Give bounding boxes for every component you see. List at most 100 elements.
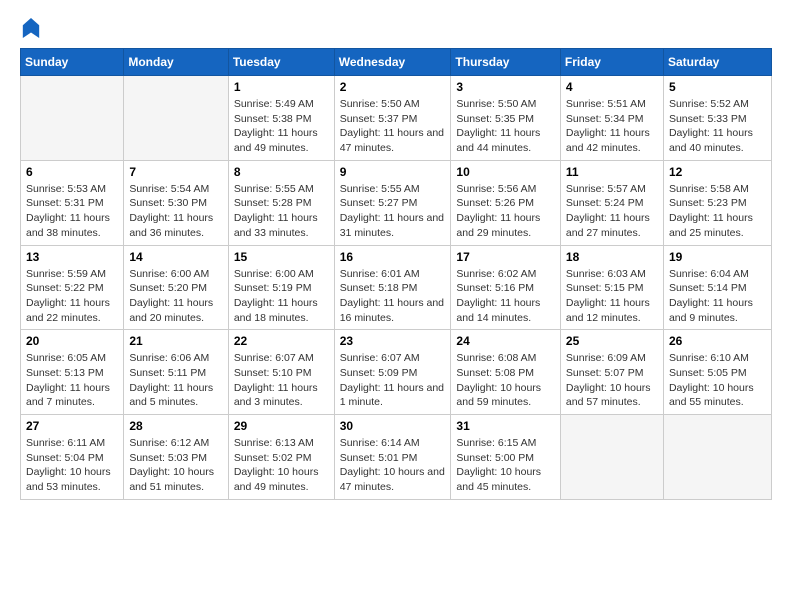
sunrise-text: Sunrise: 6:05 AM: [26, 352, 106, 364]
sunrise-text: Sunrise: 6:13 AM: [234, 437, 314, 449]
sunrise-text: Sunrise: 5:59 AM: [26, 268, 106, 280]
daylight-text: Daylight: 10 hours and 55 minutes.: [669, 382, 754, 409]
calendar-cell: 14 Sunrise: 6:00 AM Sunset: 5:20 PM Dayl…: [124, 245, 228, 330]
day-info: Sunrise: 6:07 AM Sunset: 5:09 PM Dayligh…: [340, 351, 446, 410]
day-number: 14: [129, 250, 222, 264]
daylight-text: Daylight: 11 hours and 9 minutes.: [669, 297, 753, 324]
day-info: Sunrise: 6:10 AM Sunset: 5:05 PM Dayligh…: [669, 351, 766, 410]
sunset-text: Sunset: 5:19 PM: [234, 282, 312, 294]
header-saturday: Saturday: [663, 49, 771, 76]
calendar-cell: 3 Sunrise: 5:50 AM Sunset: 5:35 PM Dayli…: [451, 76, 561, 161]
daylight-text: Daylight: 11 hours and 33 minutes.: [234, 212, 318, 239]
day-info: Sunrise: 6:05 AM Sunset: 5:13 PM Dayligh…: [26, 351, 118, 410]
calendar-cell: 15 Sunrise: 6:00 AM Sunset: 5:19 PM Dayl…: [228, 245, 334, 330]
sunrise-text: Sunrise: 5:56 AM: [456, 183, 536, 195]
sunset-text: Sunset: 5:03 PM: [129, 452, 207, 464]
sunset-text: Sunset: 5:01 PM: [340, 452, 418, 464]
daylight-text: Daylight: 11 hours and 14 minutes.: [456, 297, 540, 324]
calendar-cell: 18 Sunrise: 6:03 AM Sunset: 5:15 PM Dayl…: [560, 245, 663, 330]
calendar-cell: 10 Sunrise: 5:56 AM Sunset: 5:26 PM Dayl…: [451, 160, 561, 245]
day-info: Sunrise: 5:56 AM Sunset: 5:26 PM Dayligh…: [456, 182, 555, 241]
day-number: 19: [669, 250, 766, 264]
header-monday: Monday: [124, 49, 228, 76]
calendar-week-row: 27 Sunrise: 6:11 AM Sunset: 5:04 PM Dayl…: [21, 415, 772, 500]
daylight-text: Daylight: 11 hours and 20 minutes.: [129, 297, 213, 324]
daylight-text: Daylight: 11 hours and 42 minutes.: [566, 127, 650, 154]
day-info: Sunrise: 6:14 AM Sunset: 5:01 PM Dayligh…: [340, 436, 446, 495]
calendar-cell: 29 Sunrise: 6:13 AM Sunset: 5:02 PM Dayl…: [228, 415, 334, 500]
sunset-text: Sunset: 5:16 PM: [456, 282, 534, 294]
daylight-text: Daylight: 10 hours and 57 minutes.: [566, 382, 651, 409]
sunrise-text: Sunrise: 6:08 AM: [456, 352, 536, 364]
sunset-text: Sunset: 5:28 PM: [234, 197, 312, 209]
calendar-cell: 19 Sunrise: 6:04 AM Sunset: 5:14 PM Dayl…: [663, 245, 771, 330]
sunrise-text: Sunrise: 5:54 AM: [129, 183, 209, 195]
sunrise-text: Sunrise: 5:50 AM: [456, 98, 536, 110]
calendar-cell: 21 Sunrise: 6:06 AM Sunset: 5:11 PM Dayl…: [124, 330, 228, 415]
calendar-cell: [560, 415, 663, 500]
header-thursday: Thursday: [451, 49, 561, 76]
sunrise-text: Sunrise: 6:06 AM: [129, 352, 209, 364]
sunset-text: Sunset: 5:22 PM: [26, 282, 104, 294]
sunrise-text: Sunrise: 6:10 AM: [669, 352, 749, 364]
day-number: 1: [234, 80, 329, 94]
day-info: Sunrise: 5:53 AM Sunset: 5:31 PM Dayligh…: [26, 182, 118, 241]
daylight-text: Daylight: 11 hours and 27 minutes.: [566, 212, 650, 239]
calendar-cell: 31 Sunrise: 6:15 AM Sunset: 5:00 PM Dayl…: [451, 415, 561, 500]
calendar-week-row: 13 Sunrise: 5:59 AM Sunset: 5:22 PM Dayl…: [21, 245, 772, 330]
calendar-cell: 22 Sunrise: 6:07 AM Sunset: 5:10 PM Dayl…: [228, 330, 334, 415]
day-number: 23: [340, 334, 446, 348]
day-number: 16: [340, 250, 446, 264]
calendar-cell: [124, 76, 228, 161]
day-info: Sunrise: 5:50 AM Sunset: 5:35 PM Dayligh…: [456, 97, 555, 156]
day-number: 8: [234, 165, 329, 179]
sunset-text: Sunset: 5:15 PM: [566, 282, 644, 294]
calendar-header-row: SundayMondayTuesdayWednesdayThursdayFrid…: [21, 49, 772, 76]
day-number: 11: [566, 165, 658, 179]
day-number: 26: [669, 334, 766, 348]
calendar-cell: 20 Sunrise: 6:05 AM Sunset: 5:13 PM Dayl…: [21, 330, 124, 415]
day-number: 18: [566, 250, 658, 264]
sunrise-text: Sunrise: 6:12 AM: [129, 437, 209, 449]
day-number: 12: [669, 165, 766, 179]
daylight-text: Daylight: 11 hours and 22 minutes.: [26, 297, 110, 324]
day-info: Sunrise: 5:51 AM Sunset: 5:34 PM Dayligh…: [566, 97, 658, 156]
day-number: 6: [26, 165, 118, 179]
day-number: 5: [669, 80, 766, 94]
daylight-text: Daylight: 11 hours and 7 minutes.: [26, 382, 110, 409]
day-info: Sunrise: 6:03 AM Sunset: 5:15 PM Dayligh…: [566, 267, 658, 326]
daylight-text: Daylight: 11 hours and 36 minutes.: [129, 212, 213, 239]
calendar-week-row: 20 Sunrise: 6:05 AM Sunset: 5:13 PM Dayl…: [21, 330, 772, 415]
calendar-cell: 17 Sunrise: 6:02 AM Sunset: 5:16 PM Dayl…: [451, 245, 561, 330]
sunrise-text: Sunrise: 6:00 AM: [234, 268, 314, 280]
calendar-cell: 28 Sunrise: 6:12 AM Sunset: 5:03 PM Dayl…: [124, 415, 228, 500]
day-info: Sunrise: 5:52 AM Sunset: 5:33 PM Dayligh…: [669, 97, 766, 156]
daylight-text: Daylight: 11 hours and 29 minutes.: [456, 212, 540, 239]
header-friday: Friday: [560, 49, 663, 76]
day-number: 31: [456, 419, 555, 433]
sunrise-text: Sunrise: 6:15 AM: [456, 437, 536, 449]
day-info: Sunrise: 6:13 AM Sunset: 5:02 PM Dayligh…: [234, 436, 329, 495]
day-number: 15: [234, 250, 329, 264]
sunset-text: Sunset: 5:11 PM: [129, 367, 206, 379]
sunset-text: Sunset: 5:08 PM: [456, 367, 534, 379]
sunrise-text: Sunrise: 6:01 AM: [340, 268, 420, 280]
sunset-text: Sunset: 5:23 PM: [669, 197, 747, 209]
sunrise-text: Sunrise: 5:58 AM: [669, 183, 749, 195]
sunrise-text: Sunrise: 6:11 AM: [26, 437, 105, 449]
daylight-text: Daylight: 11 hours and 3 minutes.: [234, 382, 318, 409]
day-info: Sunrise: 5:49 AM Sunset: 5:38 PM Dayligh…: [234, 97, 329, 156]
day-number: 28: [129, 419, 222, 433]
day-number: 4: [566, 80, 658, 94]
calendar-cell: 30 Sunrise: 6:14 AM Sunset: 5:01 PM Dayl…: [334, 415, 451, 500]
day-number: 17: [456, 250, 555, 264]
header-wednesday: Wednesday: [334, 49, 451, 76]
sunset-text: Sunset: 5:13 PM: [26, 367, 104, 379]
daylight-text: Daylight: 10 hours and 49 minutes.: [234, 466, 319, 493]
sunset-text: Sunset: 5:33 PM: [669, 113, 747, 125]
calendar-cell: 25 Sunrise: 6:09 AM Sunset: 5:07 PM Dayl…: [560, 330, 663, 415]
day-number: 2: [340, 80, 446, 94]
logo: [20, 20, 40, 38]
sunset-text: Sunset: 5:35 PM: [456, 113, 534, 125]
sunrise-text: Sunrise: 6:04 AM: [669, 268, 749, 280]
